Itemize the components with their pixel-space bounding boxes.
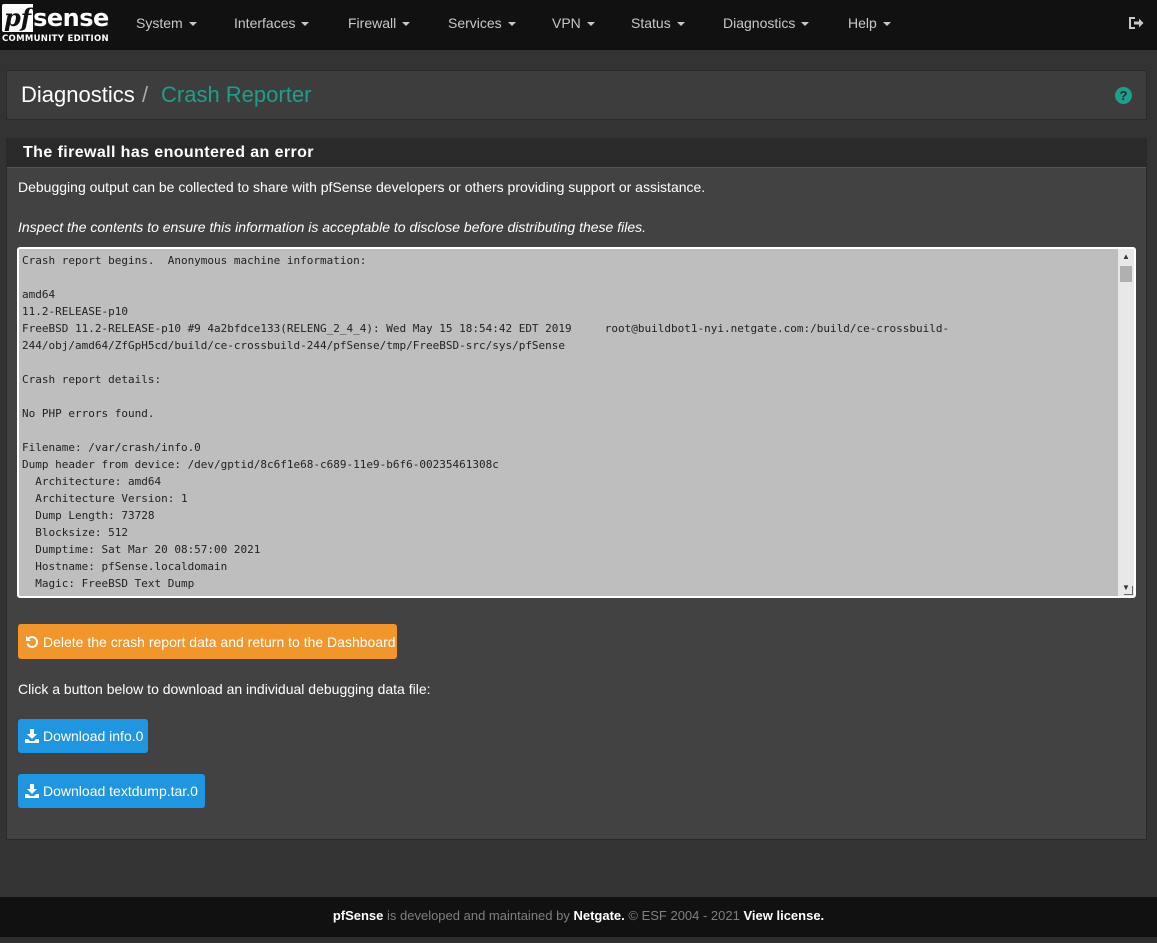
nav-diagnostics[interactable]: Diagnostics <box>723 0 810 46</box>
delete-crash-report-button[interactable]: Delete the crash report data and return … <box>18 624 397 659</box>
footer-product: pfSense <box>332 908 384 923</box>
sign-out-icon[interactable] <box>1127 14 1145 32</box>
breadcrumb-crash-reporter[interactable]: Crash Reporter <box>161 82 311 108</box>
nav-vpn-label: VPN <box>552 15 581 31</box>
nav-interfaces-label: Interfaces <box>234 15 296 31</box>
footer-bottom-bar <box>0 937 1157 943</box>
footer-middle: is developed and maintained by <box>383 908 574 923</box>
logo-edition: COMMUNITY EDITION <box>2 34 109 44</box>
download-textdump-label: Download textdump.tar.0 <box>43 783 198 799</box>
scroll-thumb[interactable] <box>1120 266 1132 282</box>
caret-down-icon <box>586 22 595 27</box>
resize-grip-icon[interactable] <box>1124 586 1133 595</box>
download-icon <box>25 729 39 743</box>
intro-text: Debugging output can be collected to sha… <box>18 179 706 195</box>
download-info-button[interactable]: Download info.0 <box>18 719 148 753</box>
nav-vpn[interactable]: VPN <box>552 0 595 46</box>
nav-interfaces[interactable]: Interfaces <box>234 0 310 46</box>
footer-company: Netgate. <box>573 908 625 923</box>
caret-down-icon <box>188 22 197 27</box>
nav-system-label: System <box>136 15 183 31</box>
nav-services[interactable]: Services <box>448 0 516 46</box>
nav-firewall[interactable]: Firewall <box>348 0 411 46</box>
footer: pfSense is developed and maintained by N… <box>0 897 1157 937</box>
report-scrollbar[interactable]: ▲ ▼ <box>1118 249 1134 596</box>
download-info-label: Download info.0 <box>43 728 144 744</box>
crash-report-content[interactable]: Crash report begins. Anonymous machine i… <box>22 252 1112 596</box>
caret-down-icon <box>301 22 310 27</box>
panel-heading: The firewall has enountered an error <box>7 139 1146 168</box>
pfsense-logo[interactable]: pf sense COMMUNITY EDITION <box>2 3 109 46</box>
delete-button-label: Delete the crash report data and return … <box>43 633 396 650</box>
nav-system[interactable]: System <box>136 0 197 46</box>
scroll-up-icon[interactable]: ▲ <box>1118 249 1134 265</box>
breadcrumb-separator: / <box>142 82 149 107</box>
download-prompt: Click a button below to download an indi… <box>18 681 431 697</box>
nav-help-label: Help <box>848 15 877 31</box>
caret-down-icon <box>676 22 685 27</box>
breadcrumb-diagnostics: Diagnostics <box>21 82 135 107</box>
logo-pf: pf <box>2 3 34 32</box>
nav-diagnostics-label: Diagnostics <box>723 15 796 31</box>
question-circle-icon[interactable]: ? <box>1115 87 1132 104</box>
view-license-link[interactable]: View license. <box>743 908 824 923</box>
nav-firewall-label: Firewall <box>348 15 397 31</box>
disclosure-warning: Inspect the contents to ensure this info… <box>18 219 647 235</box>
undo-icon <box>26 635 39 648</box>
nav-status-label: Status <box>631 15 671 31</box>
download-icon <box>25 784 39 798</box>
caret-down-icon <box>882 22 891 27</box>
logo-sense: sense <box>33 4 109 32</box>
footer-copyright: © ESF 2004 - 2021 <box>624 908 744 923</box>
caret-down-icon <box>507 22 516 27</box>
crash-report-textarea[interactable]: Crash report begins. Anonymous machine i… <box>17 247 1136 598</box>
caret-down-icon <box>801 22 810 27</box>
panel-title: The firewall has enountered an error <box>23 144 314 161</box>
crash-report-panel: The firewall has enountered an error Deb… <box>6 138 1147 840</box>
nav-status[interactable]: Status <box>631 0 685 46</box>
breadcrumb: Diagnostics / Crash Reporter ? <box>6 70 1147 120</box>
download-textdump-button[interactable]: Download textdump.tar.0 <box>18 774 205 808</box>
nav-services-label: Services <box>448 15 502 31</box>
nav-help[interactable]: Help <box>848 0 891 46</box>
caret-down-icon <box>402 22 411 27</box>
top-navbar: pf sense COMMUNITY EDITION System Interfa… <box>0 0 1157 50</box>
